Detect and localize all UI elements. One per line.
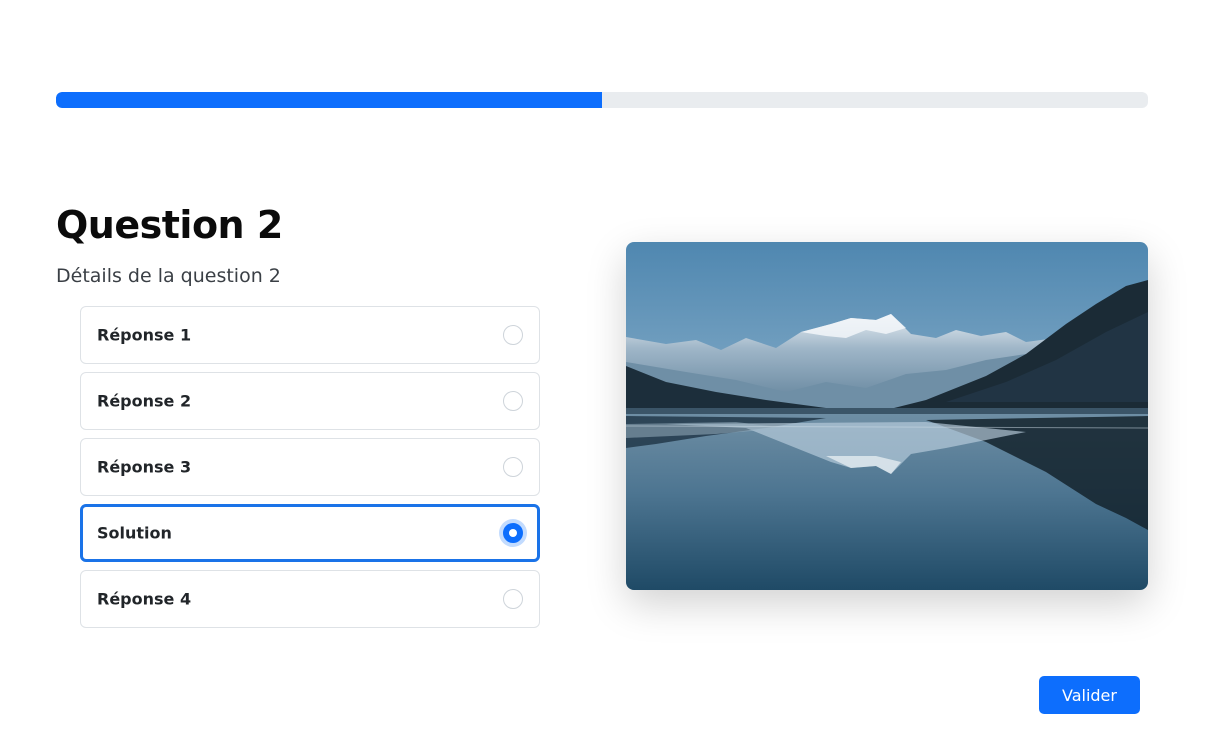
- progress-bar: [56, 92, 602, 108]
- answer-label: Réponse 3: [97, 457, 192, 477]
- answer-label: Réponse 2: [97, 391, 192, 411]
- mountain-lake-illustration: [626, 242, 1148, 590]
- answer-label: Réponse 1: [97, 325, 192, 345]
- radio-button[interactable]: [503, 589, 523, 609]
- answer-label: Réponse 4: [97, 589, 192, 609]
- radio-button[interactable]: [503, 391, 523, 411]
- radio-button[interactable]: [503, 523, 523, 543]
- answer-option-3[interactable]: Réponse 3: [80, 438, 540, 496]
- question-image: [626, 242, 1148, 590]
- answer-label: Solution: [97, 523, 172, 543]
- answer-option-solution[interactable]: Solution: [80, 504, 540, 562]
- radio-button[interactable]: [503, 325, 523, 345]
- answer-option-2[interactable]: Réponse 2: [80, 372, 540, 430]
- progress-track: [56, 92, 1148, 108]
- radio-button[interactable]: [503, 457, 523, 477]
- submit-button[interactable]: Valider: [1039, 676, 1140, 714]
- answer-option-1[interactable]: Réponse 1: [80, 306, 540, 364]
- question-title: Question 2: [56, 203, 283, 247]
- answer-option-4[interactable]: Réponse 4: [80, 570, 540, 628]
- question-details: Détails de la question 2: [56, 265, 281, 287]
- answer-list: Réponse 1 Réponse 2 Réponse 3 Solution R…: [80, 306, 540, 636]
